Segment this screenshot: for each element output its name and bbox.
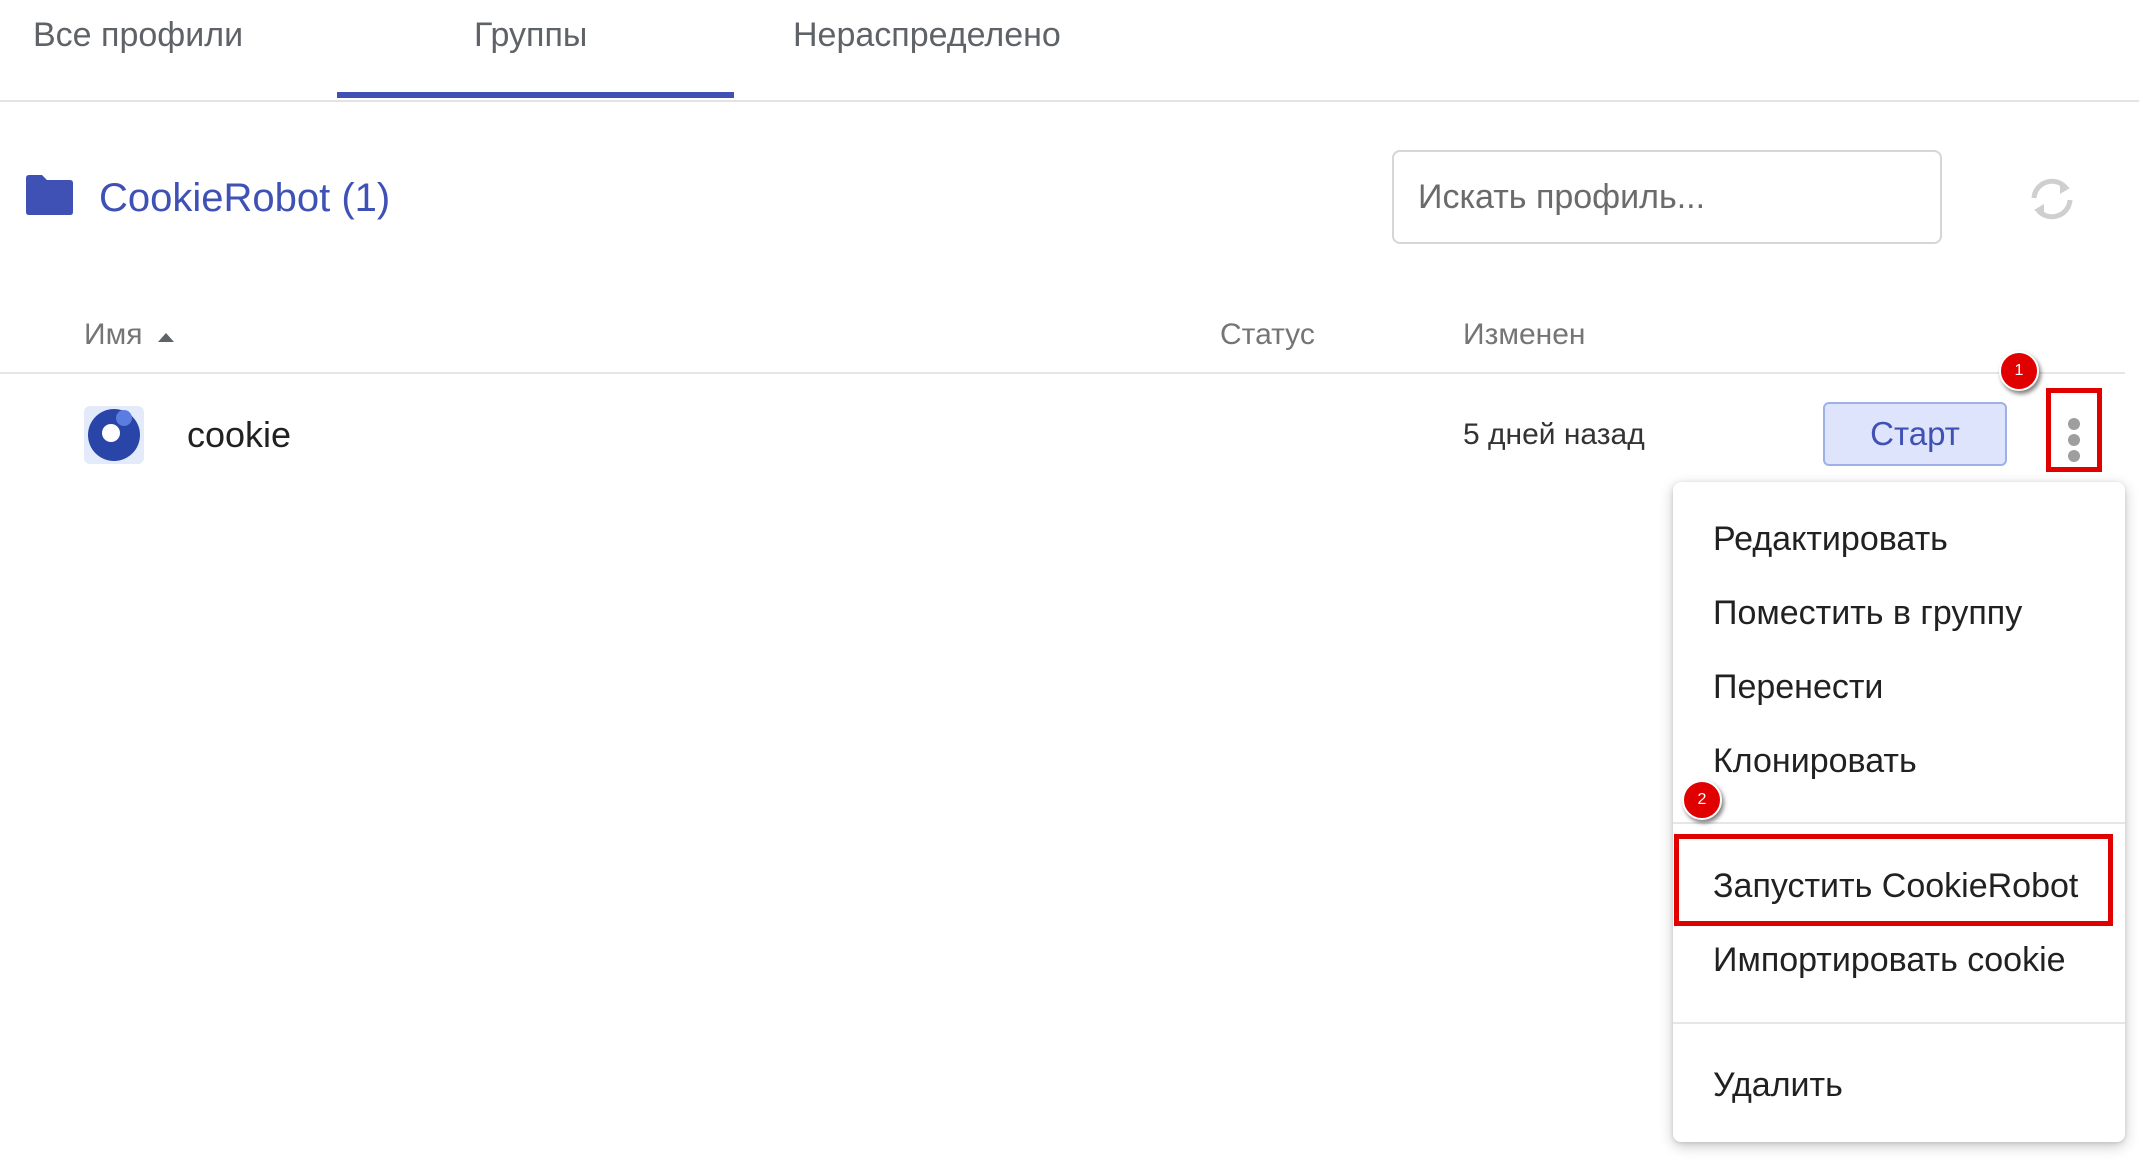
menu-item-import-cookie[interactable]: Импортировать cookie — [1673, 925, 2125, 995]
column-header-status[interactable]: Статус — [1220, 318, 1315, 352]
refresh-icon[interactable] — [2022, 174, 2082, 224]
active-tab-indicator — [337, 92, 734, 98]
menu-item-move-to-group[interactable]: Поместить в группу — [1673, 578, 2125, 648]
menu-divider — [1673, 822, 2125, 824]
tab-groups[interactable]: Группы — [474, 16, 587, 55]
profile-context-menu: Редактировать Поместить в группу Перенес… — [1673, 482, 2125, 1142]
menu-item-delete[interactable]: Удалить — [1673, 1050, 2125, 1120]
search-input[interactable] — [1392, 150, 1942, 244]
profile-modified: 5 дней назад — [1463, 418, 1645, 451]
group-title: CookieRobot (1) — [99, 176, 391, 220]
tab-unassigned[interactable]: Нераспределено — [793, 16, 1061, 55]
sort-ascending-icon[interactable] — [156, 330, 176, 344]
start-button[interactable]: Старт — [1823, 402, 2007, 466]
menu-item-transfer[interactable]: Перенести — [1673, 652, 2125, 722]
column-header-modified[interactable]: Изменен — [1463, 318, 1585, 352]
annotation-box-run-cookierobot — [1674, 834, 2113, 926]
step-marker-2: 2 — [1682, 780, 1722, 820]
step-marker-1: 1 — [1999, 351, 2039, 391]
column-header-name[interactable]: Имя — [84, 318, 142, 352]
browser-profile-icon — [84, 406, 144, 464]
menu-item-edit[interactable]: Редактировать — [1673, 504, 2125, 574]
menu-divider — [1673, 1022, 2125, 1024]
tab-bar — [0, 0, 2139, 102]
folder-icon — [26, 175, 73, 215]
table-header-divider — [0, 372, 2125, 374]
profile-name[interactable]: cookie — [187, 414, 291, 456]
menu-item-clone[interactable]: Клонировать — [1673, 726, 2125, 796]
more-vertical-icon[interactable] — [2058, 400, 2090, 464]
tab-all-profiles[interactable]: Все профили — [33, 16, 243, 55]
